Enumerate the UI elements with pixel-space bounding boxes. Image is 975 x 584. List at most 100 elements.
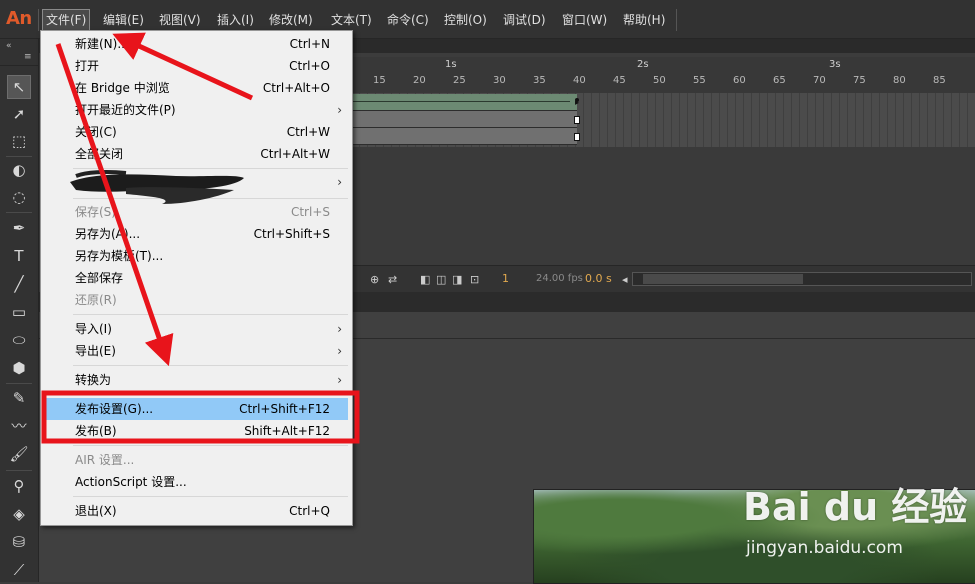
line-tool-icon[interactable]: ╱ <box>8 273 30 295</box>
redaction-scribble <box>70 170 244 204</box>
submenu-arrow-icon: › <box>337 175 342 189</box>
menu-item-save-as[interactable]: 另存为(A)... Ctrl+Shift+S <box>43 223 348 245</box>
onion-skin-icon[interactable]: ◧ <box>420 273 430 286</box>
rectangle-tool-icon[interactable]: ▭ <box>8 301 30 323</box>
menu-item-export[interactable]: 导出(E) › <box>43 340 348 362</box>
menu-item-convert[interactable]: 转换为 › <box>43 369 348 391</box>
menu-separator <box>73 496 348 497</box>
menu-item-import[interactable]: 导入(I) › <box>43 318 348 340</box>
menu-control[interactable]: 控制(O) <box>441 10 490 30</box>
submenu-arrow-icon: › <box>337 373 342 387</box>
ruler-frame-number: 35 <box>533 75 546 86</box>
submenu-arrow-icon: › <box>337 344 342 358</box>
layer-track[interactable] <box>352 128 577 145</box>
menu-view[interactable]: 视图(V) <box>156 10 204 30</box>
ink-bottle-tool-icon[interactable]: ⛁ <box>8 531 30 553</box>
menu-separator <box>38 9 39 31</box>
menu-insert[interactable]: 插入(I) <box>214 10 257 30</box>
menu-edit[interactable]: 编辑(E) <box>100 10 147 30</box>
submenu-arrow-icon: › <box>337 103 342 117</box>
bone-tool-icon[interactable]: ⚲ <box>8 475 30 497</box>
menu-help[interactable]: 帮助(H) <box>620 10 668 30</box>
tool-separator <box>6 212 32 213</box>
menu-item-revert: 还原(R) <box>75 293 117 307</box>
tool-separator <box>6 383 32 384</box>
watermark-url: jingyan.baidu.com <box>746 538 903 558</box>
ruler-second-label: 2s <box>637 59 649 70</box>
frame-rate[interactable]: 24.00 fps <box>536 273 583 284</box>
ruler-frame-number: 70 <box>813 75 826 86</box>
menu-item-open-recent[interactable]: 打开最近的文件(P) › <box>43 99 348 121</box>
collapse-icon[interactable]: « <box>6 41 12 51</box>
tools-panel: « ≡ ↖ ➚ ⬚ ◐ ◌ ✒ T ╱ ▭ ⬭ ⬢ ✎ 〰 🖌 ⚲ ◈ ⛁ ⟋ <box>0 39 39 582</box>
menu-item-actionscript-settings[interactable]: ActionScript 设置... <box>43 471 348 493</box>
onion-skin-outline-icon[interactable]: ◫ <box>436 273 446 286</box>
menu-item-publish[interactable]: 发布(B) Shift+Alt+F12 <box>43 420 348 442</box>
current-frame[interactable]: 1 <box>502 272 509 285</box>
app-logo: An <box>6 8 32 29</box>
3d-rotation-tool-icon[interactable]: ◐ <box>8 159 30 181</box>
keyframe-marker[interactable] <box>574 133 580 141</box>
ruler-frame-number: 80 <box>893 75 906 86</box>
elapsed-time: 0.0 s <box>585 272 612 285</box>
polystar-tool-icon[interactable]: ⬢ <box>8 357 30 379</box>
eyedropper-tool-icon[interactable]: ⟋ <box>8 559 30 581</box>
watermark-logo: Bai du 经验 <box>743 485 968 529</box>
ruler-frame-number: 15 <box>373 75 386 86</box>
menu-file[interactable]: 文件(F) <box>42 9 91 31</box>
menu-item-new[interactable]: 新建(N)... Ctrl+N <box>43 33 348 55</box>
menu-item-save-as-template[interactable]: 另存为模板(T)... <box>43 245 348 267</box>
keyframe-marker[interactable] <box>575 98 579 102</box>
menu-text[interactable]: 文本(T) <box>328 10 375 30</box>
paint-brush-tool-icon[interactable]: 〰 <box>8 415 30 437</box>
menu-window[interactable]: 窗口(W) <box>559 10 610 30</box>
center-frame-icon[interactable]: ⊕ <box>370 273 379 286</box>
menu-separator <box>73 394 348 395</box>
scrollbar-thumb[interactable] <box>643 274 803 284</box>
keyframe-marker[interactable] <box>574 116 580 124</box>
pencil-tool-icon[interactable]: ✎ <box>8 387 30 409</box>
scroll-left-icon[interactable]: ◂ <box>622 273 628 286</box>
menu-item-close-all[interactable]: 全部关闭 Ctrl+Alt+W <box>43 143 348 165</box>
layer-track-tween[interactable]: ▸ <box>352 94 579 111</box>
menu-item-exit[interactable]: 退出(X) Ctrl+Q <box>43 500 348 522</box>
menu-separator <box>73 445 348 446</box>
subselection-tool-icon[interactable]: ➚ <box>8 103 30 125</box>
menu-commands[interactable]: 命令(C) <box>384 10 432 30</box>
modify-markers-icon[interactable]: ⊡ <box>470 273 479 286</box>
tool-separator <box>6 470 32 471</box>
tool-separator <box>6 156 32 157</box>
brush-tool-icon[interactable]: 🖌 <box>8 443 30 465</box>
file-menu-dropdown: 新建(N)... Ctrl+N 打开 Ctrl+O 在 Bridge 中浏览 C… <box>40 30 353 526</box>
loop-icon[interactable]: ⇄ <box>388 273 397 286</box>
pen-tool-icon[interactable]: ✒ <box>8 217 30 239</box>
layer-track[interactable] <box>352 111 577 128</box>
selection-tool-icon[interactable]: ↖ <box>7 75 31 99</box>
free-transform-tool-icon[interactable]: ⬚ <box>8 130 30 152</box>
menu-item-air-settings: AIR 设置... <box>75 453 135 467</box>
timeline-ruler[interactable]: 1s 2s 3s 15 20 25 30 35 40 45 50 55 60 6… <box>352 57 975 93</box>
menu-debug[interactable]: 调试(D) <box>500 10 549 30</box>
text-tool-icon[interactable]: T <box>8 245 30 267</box>
menu-item-publish-settings[interactable]: 发布设置(G)... Ctrl+Shift+F12 <box>43 398 348 420</box>
menu-item-save-all[interactable]: 全部保存 <box>43 267 348 289</box>
oval-tool-icon[interactable]: ⬭ <box>8 329 30 351</box>
edit-multiple-frames-icon[interactable]: ◨ <box>452 273 462 286</box>
menu-separator <box>676 9 677 31</box>
menu-separator <box>73 314 348 315</box>
menu-modify[interactable]: 修改(M) <box>266 10 316 30</box>
menu-item-browse-bridge[interactable]: 在 Bridge 中浏览 Ctrl+Alt+O <box>43 77 348 99</box>
menu-item-open[interactable]: 打开 Ctrl+O <box>43 55 348 77</box>
timeline-scrollbar[interactable] <box>632 272 972 286</box>
ruler-frame-number: 55 <box>693 75 706 86</box>
ruler-frame-number: 30 <box>493 75 506 86</box>
panel-menu-icon[interactable]: ≡ <box>24 52 32 62</box>
ruler-frame-number: 20 <box>413 75 426 86</box>
paint-bucket-tool-icon[interactable]: ◈ <box>8 503 30 525</box>
menu-separator <box>73 365 348 366</box>
ruler-frame-number: 40 <box>573 75 586 86</box>
menu-item-close[interactable]: 关闭(C) Ctrl+W <box>43 121 348 143</box>
ruler-frame-number: 75 <box>853 75 866 86</box>
ruler-frame-number: 60 <box>733 75 746 86</box>
lasso-tool-icon[interactable]: ◌ <box>8 186 30 208</box>
